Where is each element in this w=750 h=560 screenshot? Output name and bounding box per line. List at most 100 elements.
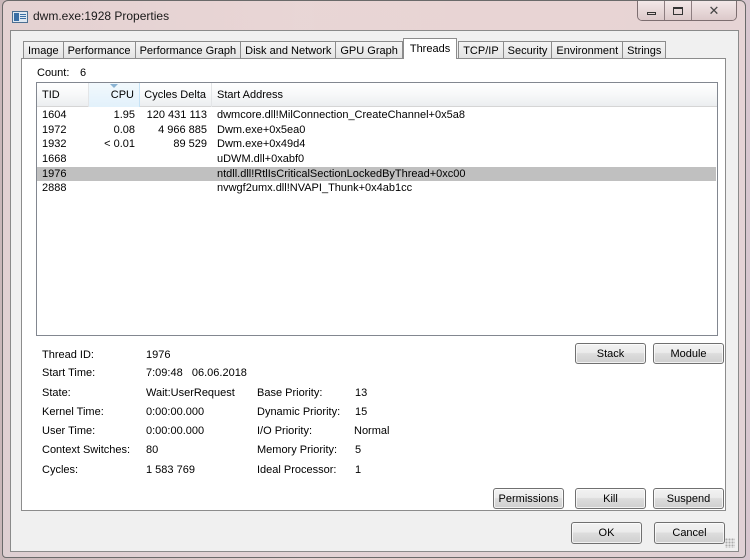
kernel-time-value: 0:00:00.000: [146, 406, 205, 418]
list-header: TID CPU Cycles Delta Start Address: [37, 83, 717, 107]
tab-threads[interactable]: Threads: [402, 38, 458, 59]
base-priority-value: 13: [355, 387, 368, 399]
list-body: 1604 1.95 120 431 113 dwmcore.dll!MilConnec…: [37, 108, 717, 196]
thread-row[interactable]: 1604 1.95 120 431 113 dwmcore.dll!MilConnec…: [37, 108, 717, 123]
dynamic-priority-label: Dynamic Priority:: [257, 406, 341, 418]
cpu-cell: 0.08: [113, 123, 135, 136]
cancel-button[interactable]: Cancel: [654, 522, 725, 544]
tab-security[interactable]: Security: [502, 41, 553, 59]
suspend-button[interactable]: Suspend: [653, 488, 724, 509]
dialog-client-area: Image Performance Performance Graph Disk an…: [10, 30, 739, 552]
start-time-label: Start Time:: [42, 367, 96, 379]
tab-gpu-graph[interactable]: GPU Graph: [335, 41, 403, 59]
tab-performance[interactable]: Performance: [62, 41, 136, 59]
cycles-delta-cell: 89 529: [173, 138, 207, 151]
start-address-cell: nvwgf2umx.dll!NVAPI_Thunk+0x4ab1cc: [217, 182, 413, 195]
cycles-delta-cell: 4 966 885: [158, 123, 207, 136]
kernel-time-label: Kernel Time:: [42, 406, 104, 418]
tab-tcp-ip[interactable]: TCP/IP: [458, 41, 504, 59]
context-switches-label: Context Switches:: [42, 444, 131, 456]
thread-row[interactable]: 1976 ntdll.dll!RtlIsCriticalSectionLocked…: [37, 166, 716, 182]
count-value: 6: [80, 67, 87, 79]
memory-priority-value: 5: [355, 444, 362, 456]
kill-button[interactable]: Kill: [575, 488, 646, 509]
window-title: dwm.exe:1928 Properties: [33, 9, 170, 23]
cpu-cell: [89, 181, 140, 196]
base-priority-label: Base Priority:: [257, 387, 323, 399]
module-button[interactable]: Module: [653, 343, 724, 364]
tab-disk-and-network[interactable]: Disk and Network: [240, 41, 337, 59]
thread-row[interactable]: 1668 uDWM.dll+0xabf0: [37, 152, 717, 167]
user-time-label: User Time:: [42, 425, 96, 437]
dynamic-priority-value: 15: [355, 406, 368, 418]
column-header-label: TID: [42, 89, 60, 101]
stack-button[interactable]: Stack: [575, 343, 646, 364]
threads-tab-panel: Count: 6 TID CPU Cycles Delta Start Addr…: [21, 58, 726, 511]
tid-cell: 2888: [42, 182, 67, 195]
ideal-processor-value: 1: [355, 464, 362, 476]
cpu-cell: 1.95: [113, 109, 135, 121]
cpu-cell: [89, 152, 140, 167]
ok-button[interactable]: OK: [571, 522, 642, 544]
caption-buttons: ✕: [637, 1, 737, 21]
tab-environment[interactable]: Environment: [551, 41, 624, 59]
close-icon: ✕: [708, 2, 720, 18]
properties-window: dwm.exe:1928 Properties ✕ Image Performan…: [2, 0, 746, 558]
maximize-button[interactable]: [665, 1, 692, 20]
minimize-button[interactable]: [638, 1, 665, 20]
cycles-delta-cell: [140, 167, 212, 182]
sort-descending-icon: [110, 84, 118, 88]
tab-performance-graph[interactable]: Performance Graph: [134, 41, 242, 59]
thread-row[interactable]: 2888 nvwgf2umx.dll!NVAPI_Thunk+0x4ab1cc: [37, 181, 717, 196]
column-header-cpu[interactable]: CPU: [89, 83, 140, 107]
start-address-cell: ntdll.dll!RtlIsCriticalSectionLockedByTh…: [217, 167, 466, 180]
close-button[interactable]: ✕: [692, 1, 736, 20]
thread-row[interactable]: 1972 0.08 4 966 885 Dwm.exe+0x5ea0: [37, 123, 717, 138]
column-header-label: Cycles Delta: [144, 89, 206, 101]
cycles-value: 1 583 769: [146, 464, 195, 476]
minimize-icon: [646, 12, 656, 15]
threads-list[interactable]: TID CPU Cycles Delta Start Address 1604 1…: [36, 82, 718, 336]
tab-strings[interactable]: Strings: [622, 41, 667, 59]
column-header-tid[interactable]: TID: [37, 83, 89, 107]
user-time-value: 0:00:00.000: [146, 425, 205, 437]
column-header-start-address[interactable]: Start Address: [212, 83, 717, 107]
app-window-icon: [12, 11, 28, 23]
tid-cell: 1604: [42, 109, 67, 121]
title-bar[interactable]: dwm.exe:1928 Properties ✕: [3, 1, 745, 31]
cycles-delta-cell: [140, 181, 212, 196]
tid-cell: 1932: [42, 138, 67, 151]
cycles-delta-cell: 120 431 113: [146, 109, 207, 121]
start-address-cell: dwmcore.dll!MilConnection_CreateChannel+…: [217, 109, 465, 121]
cpu-cell: < 0.01: [104, 138, 135, 151]
column-header-label: Start Address: [217, 89, 284, 101]
io-priority-value: Normal: [354, 425, 390, 437]
state-label: State:: [42, 387, 71, 399]
thread-row[interactable]: 1932 < 0.01 89 529 Dwm.exe+0x49d4: [37, 137, 717, 152]
cpu-cell: [89, 167, 140, 182]
resize-grip[interactable]: [725, 538, 735, 548]
tid-cell: 1976: [42, 167, 67, 180]
tab-strip: Image Performance Performance Graph Disk an…: [23, 38, 667, 59]
io-priority-label: I/O Priority:: [257, 425, 313, 437]
maximize-icon: [673, 6, 683, 15]
column-header-label: CPU: [110, 89, 134, 101]
tid-cell: 1668: [42, 153, 67, 166]
thread-id-label: Thread ID:: [42, 349, 94, 361]
ideal-processor-label: Ideal Processor:: [257, 464, 337, 476]
tab-image[interactable]: Image: [23, 41, 64, 59]
cycles-label: Cycles:: [42, 464, 79, 476]
start-address-cell: uDWM.dll+0xabf0: [217, 153, 305, 166]
state-value: Wait:UserRequest: [146, 387, 235, 399]
column-header-cycles-delta[interactable]: Cycles Delta: [140, 83, 212, 107]
start-address-cell: Dwm.exe+0x49d4: [217, 138, 306, 151]
cycles-delta-cell: [140, 152, 212, 167]
count-label: Count:: [37, 67, 70, 79]
memory-priority-label: Memory Priority:: [257, 444, 338, 456]
permissions-button[interactable]: Permissions: [493, 488, 564, 509]
start-time-value: 7:09:48 06.06.2018: [146, 367, 247, 379]
thread-id-value: 1976: [146, 349, 171, 361]
context-switches-value: 80: [146, 444, 159, 456]
start-address-cell: Dwm.exe+0x5ea0: [217, 123, 306, 136]
tid-cell: 1972: [42, 123, 67, 136]
